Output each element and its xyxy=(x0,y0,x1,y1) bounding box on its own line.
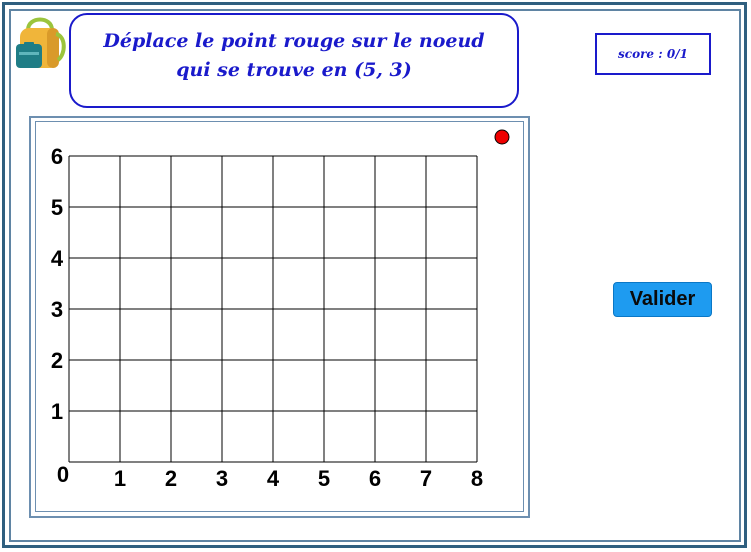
graph-panel-inner-border xyxy=(35,121,524,512)
red-draggable-point[interactable] xyxy=(494,129,510,145)
instruction-line-2: qui se trouve en (5, 3) xyxy=(176,59,412,81)
backpack-icon xyxy=(16,17,66,68)
score-text: score : 0/1 xyxy=(618,47,688,61)
instruction-line-1: Déplace le point rouge sur le noeud xyxy=(103,30,485,52)
instruction-box: Déplace le point rouge sur le noeud qui … xyxy=(69,13,519,108)
validate-button[interactable]: Valider xyxy=(613,282,712,317)
geogebra-activity: Déplace le point rouge sur le noeud qui … xyxy=(0,0,751,552)
score-box: score : 0/1 xyxy=(595,33,711,75)
